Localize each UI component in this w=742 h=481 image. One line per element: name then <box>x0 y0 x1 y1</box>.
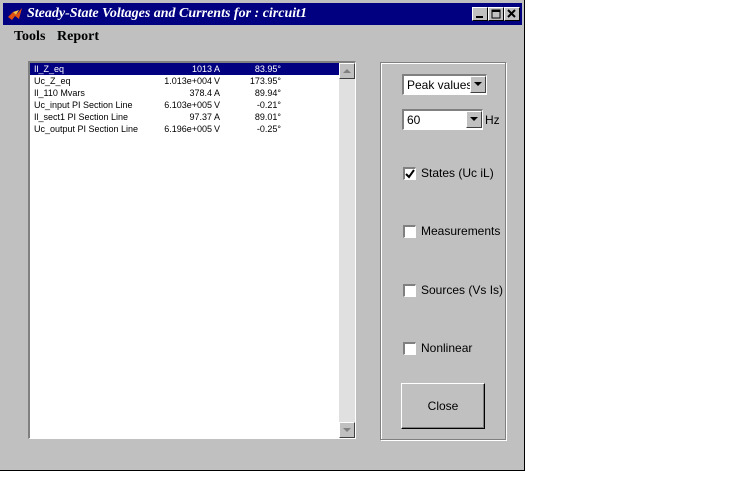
vertical-scrollbar[interactable] <box>339 63 355 438</box>
chevron-down-icon[interactable] <box>470 76 486 93</box>
signal-angle: 83.95° <box>254 64 281 74</box>
title-bar[interactable]: Steady-State Voltages and Currents for :… <box>3 3 522 25</box>
sources-checkbox[interactable] <box>403 284 416 297</box>
menu-report[interactable]: Report <box>57 29 99 45</box>
signal-value: 378.4 <box>189 88 212 98</box>
values-mode-dropdown[interactable]: Peak values <box>402 74 487 95</box>
minimize-button[interactable] <box>472 7 488 21</box>
signal-angle: 89.94° <box>254 88 281 98</box>
signal-unit: A <box>214 88 221 98</box>
measurements-checkbox[interactable] <box>403 225 416 238</box>
signal-value: 97.37 <box>189 112 212 122</box>
list-item[interactable]: Il_110 Mvars 378.4 A 89.94° <box>30 87 341 99</box>
window-title: Steady-State Voltages and Currents for :… <box>27 6 308 21</box>
steady-state-window: Steady-State Voltages and Currents for :… <box>0 0 525 471</box>
signal-angle: 173.95° <box>249 76 281 86</box>
nonlinear-checkbox[interactable] <box>403 342 416 355</box>
chevron-down-icon[interactable] <box>466 111 482 128</box>
frequency-dropdown[interactable]: 60 <box>402 109 483 130</box>
signal-unit: A <box>214 112 221 122</box>
matlab-logo-icon <box>7 6 23 22</box>
list-item[interactable]: Uc_output PI Section Line 6.196e+005 V -0.2… <box>30 123 341 135</box>
signal-value: 6.103e+005 <box>164 100 212 110</box>
signal-name: Uc_output PI Section Line <box>34 124 139 134</box>
sources-checkbox-label: Sources (Vs Is) <box>421 283 504 297</box>
menu-bar: Tools Report <box>3 27 522 47</box>
signal-name: Il_Z_eq <box>34 64 65 74</box>
close-window-button[interactable] <box>504 7 520 21</box>
scroll-down-button[interactable] <box>339 422 355 438</box>
states-checkbox-label: States (Uc iL) <box>421 166 494 180</box>
signal-name: Uc_Z_eq <box>34 76 71 86</box>
signal-value: 1013 <box>191 64 212 74</box>
menu-tools[interactable]: Tools <box>14 29 45 45</box>
signal-unit: V <box>214 76 221 86</box>
signal-angle: -0.25° <box>256 124 281 134</box>
signal-unit: V <box>214 124 221 134</box>
results-listbox[interactable]: Il_Z_eq 1013 A 83.95° Uc_Z_eq 1.013e+004 V 173.… <box>28 61 356 439</box>
frequency-unit-label: Hz <box>485 113 500 127</box>
results-rows: Il_Z_eq 1013 A 83.95° Uc_Z_eq 1.013e+004 V 173.… <box>30 63 341 135</box>
signal-angle: 89.01° <box>254 112 281 122</box>
signal-name: Uc_input PI Section Line <box>34 100 133 110</box>
measurements-checkbox-label: Measurements <box>421 224 501 238</box>
close-button[interactable]: Close <box>401 383 485 429</box>
signal-name: Il_sect1 PI Section Line <box>34 112 129 122</box>
states-checkbox[interactable] <box>403 167 416 180</box>
list-item[interactable]: Uc_Z_eq 1.013e+004 V 173.95° <box>30 75 341 87</box>
values-mode-value: Peak values <box>407 78 473 92</box>
list-item[interactable]: Il_Z_eq 1013 A 83.95° <box>30 63 341 75</box>
list-item[interactable]: Il_sect1 PI Section Line 97.37 A 89.01° <box>30 111 341 123</box>
signal-angle: -0.21° <box>256 100 281 110</box>
frequency-value: 60 <box>407 113 421 127</box>
nonlinear-checkbox-label: Nonlinear <box>421 341 473 355</box>
signal-name: Il_110 Mvars <box>34 88 85 98</box>
signal-value: 6.196e+005 <box>164 124 212 134</box>
scroll-up-button[interactable] <box>339 63 355 79</box>
list-item[interactable]: Uc_input PI Section Line 6.103e+005 V -0.21… <box>30 99 341 111</box>
signal-unit: V <box>214 100 221 110</box>
maximize-button[interactable] <box>488 7 504 21</box>
signal-unit: A <box>214 64 221 74</box>
signal-value: 1.013e+004 <box>164 76 212 86</box>
